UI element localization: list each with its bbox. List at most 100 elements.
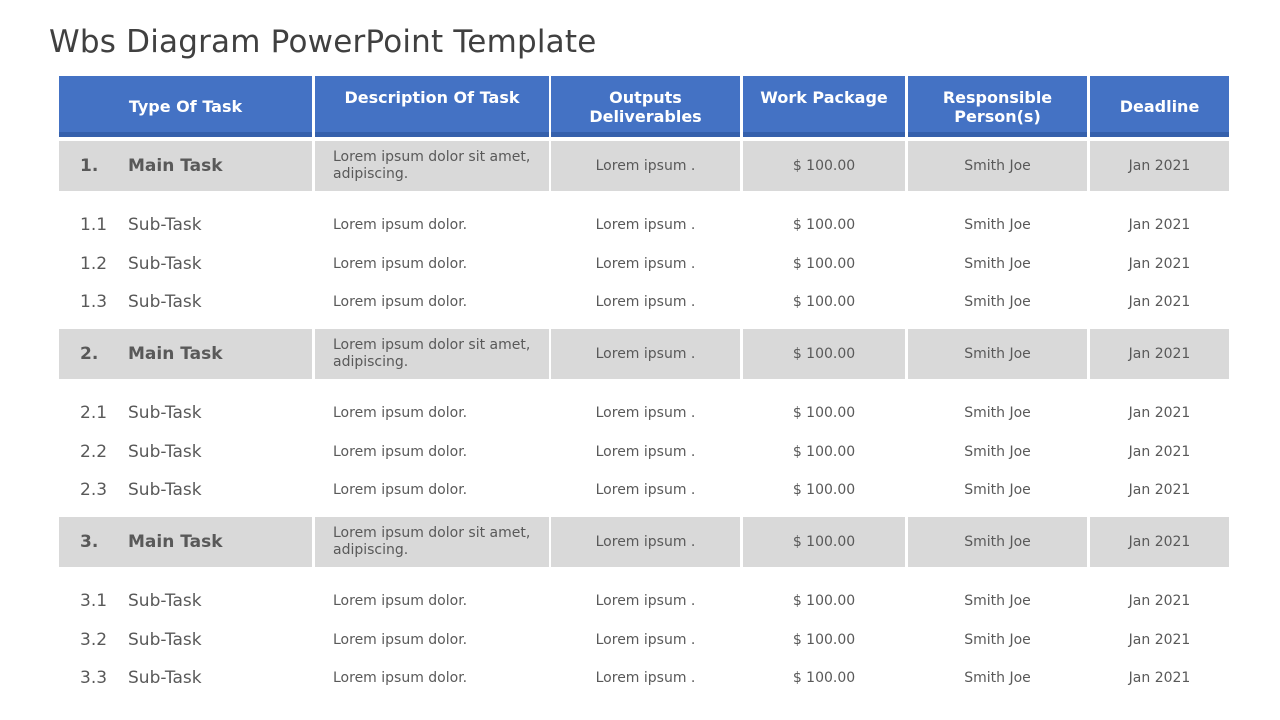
person-text: Smith Joe [964,443,1031,460]
person-cell: Smith Joe [908,290,1087,314]
work-package-cell: $ 100.00 [743,589,905,613]
sub-task-row: 3.1 Sub-Task Lorem ipsum dolor. Lorem ipsum… [59,589,1229,613]
work-package-cell: $ 100.00 [743,252,905,276]
sub-task-row: 3.3 Sub-Task Lorem ipsum dolor. Lorem ipsum… [59,666,1229,690]
task-number: 3.3 [80,668,108,688]
sub-task-row: 1.2 Sub-Task Lorem ipsum dolor. Lorem ipsum… [59,252,1229,276]
page-title: Wbs Diagram PowerPoint Template [49,24,597,60]
description-text: Lorem ipsum dolor. [333,255,468,272]
person-text: Smith Joe [964,631,1031,648]
task-number: 1.2 [80,253,108,274]
person-text: Smith Joe [964,294,1031,310]
deadline-cell: Jan 2021 [1090,329,1229,379]
description-cell: Lorem ipsum dolor sit amet, adipiscing. [315,517,549,567]
header-outputs: Outputs Deliverables [551,76,740,137]
deadline-cell: Jan 2021 [1090,589,1229,613]
work-package-text: $ 100.00 [792,217,856,233]
person-cell: Smith Joe [908,589,1087,613]
task-number: 2. [80,344,99,364]
task-name: Main Task [128,532,223,552]
person-text: Smith Joe [964,346,1031,362]
work-package-text: $ 100.00 [792,158,856,174]
person-cell: Smith Joe [908,478,1087,502]
task-name: Sub-Task [128,629,202,650]
task-cell: 2. Main Task [59,329,312,379]
person-cell: Smith Joe [908,517,1087,567]
output-cell: Lorem ipsum . [551,401,740,425]
main-task-row: 1. Main Task Lorem ipsum dolor sit amet, a… [59,141,1229,191]
description-text: Lorem ipsum dolor. [333,593,468,609]
deadline-cell: Jan 2021 [1090,440,1229,464]
person-cell: Smith Joe [908,141,1087,191]
task-cell: 3.2 Sub-Task [59,628,312,652]
output-text: Lorem ipsum . [595,158,696,174]
output-text: Lorem ipsum . [595,405,696,421]
sub-task-row: 3.2 Sub-Task Lorem ipsum dolor. Lorem ipsum… [59,628,1229,652]
description-cell: Lorem ipsum dolor. [315,440,549,464]
description-cell: Lorem ipsum dolor. [315,589,549,613]
task-cell: 2.3 Sub-Task [59,478,312,502]
output-text: Lorem ipsum . [595,670,696,686]
task-name: Sub-Task [128,480,202,500]
person-text: Smith Joe [964,158,1031,174]
task-cell: 1. Main Task [59,141,312,191]
deadline-text: Jan 2021 [1128,294,1191,310]
sub-task-row: 2.2 Sub-Task Lorem ipsum dolor. Lorem ipsum… [59,440,1229,464]
person-cell: Smith Joe [908,440,1087,464]
deadline-text: Jan 2021 [1128,405,1191,421]
output-cell: Lorem ipsum . [551,666,740,690]
output-text: Lorem ipsum . [595,534,696,550]
deadline-text: Jan 2021 [1128,346,1191,362]
work-package-cell: $ 100.00 [743,329,905,379]
person-text: Smith Joe [964,670,1031,686]
task-number: 1. [80,156,99,176]
output-cell: Lorem ipsum . [551,589,740,613]
work-package-text: $ 100.00 [792,670,856,686]
description-text: Lorem ipsum dolor. [333,443,468,460]
output-text: Lorem ipsum . [595,593,696,609]
output-cell: Lorem ipsum . [551,440,740,464]
work-package-text: $ 100.00 [792,593,856,609]
output-cell: Lorem ipsum . [551,290,740,314]
work-package-text: $ 100.00 [792,405,856,421]
header-work-package: Work Package [743,76,905,137]
task-number: 2.1 [80,403,108,423]
work-package-text: $ 100.00 [792,534,856,550]
deadline-cell: Jan 2021 [1090,628,1229,652]
description-cell: Lorem ipsum dolor. [315,252,549,276]
header-type-of-task: Type Of Task [59,76,312,137]
person-text: Smith Joe [964,534,1031,550]
output-text: Lorem ipsum . [595,217,696,233]
task-number: 3.1 [80,591,108,611]
deadline-text: Jan 2021 [1128,443,1191,460]
work-package-text: $ 100.00 [792,631,856,648]
description-text: Lorem ipsum dolor. [333,482,468,498]
description-text: Lorem ipsum dolor sit amet, adipiscing. [333,149,531,182]
task-name: Sub-Task [128,668,202,688]
description-cell: Lorem ipsum dolor. [315,666,549,690]
person-text: Smith Joe [964,255,1031,272]
header-deadline: Deadline [1090,76,1229,137]
description-cell: Lorem ipsum dolor. [315,478,549,502]
deadline-text: Jan 2021 [1128,631,1191,648]
work-package-cell: $ 100.00 [743,478,905,502]
person-cell: Smith Joe [908,213,1087,237]
output-cell: Lorem ipsum . [551,141,740,191]
task-name: Sub-Task [128,403,202,423]
person-text: Smith Joe [964,405,1031,421]
description-text: Lorem ipsum dolor. [333,217,468,233]
work-package-cell: $ 100.00 [743,440,905,464]
output-cell: Lorem ipsum . [551,517,740,567]
description-cell: Lorem ipsum dolor. [315,213,549,237]
task-name: Sub-Task [128,441,202,462]
output-text: Lorem ipsum . [595,294,696,310]
deadline-cell: Jan 2021 [1090,213,1229,237]
deadline-text: Jan 2021 [1128,482,1191,498]
sub-task-row: 1.1 Sub-Task Lorem ipsum dolor. Lorem ipsum… [59,213,1229,237]
description-cell: Lorem ipsum dolor. [315,401,549,425]
task-name: Main Task [128,344,223,364]
deadline-cell: Jan 2021 [1090,252,1229,276]
work-package-cell: $ 100.00 [743,517,905,567]
output-text: Lorem ipsum . [595,443,696,460]
task-number: 3.2 [80,629,108,650]
